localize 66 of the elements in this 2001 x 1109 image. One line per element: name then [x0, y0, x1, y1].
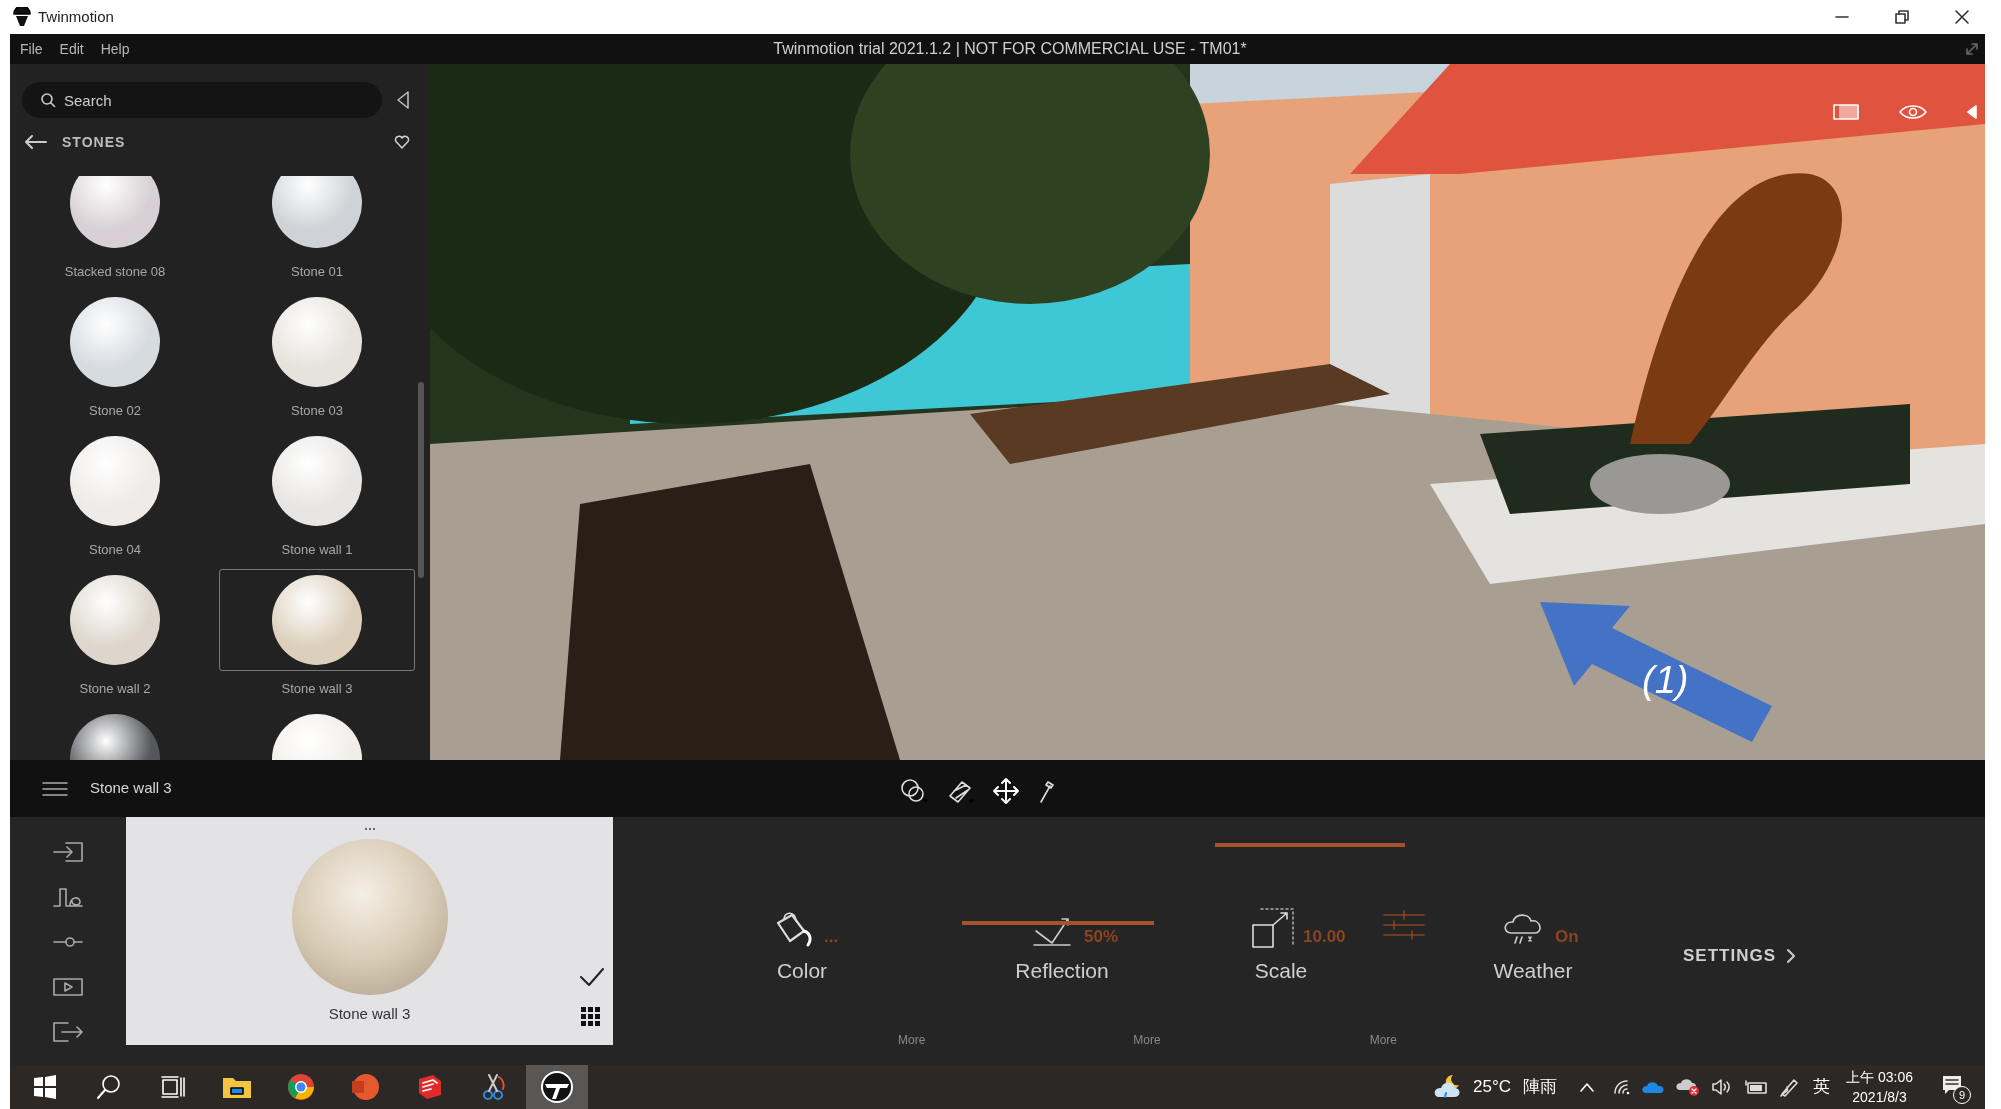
- clock-time[interactable]: 上午 03:06: [1846, 1067, 1913, 1087]
- sliders-icon[interactable]: [1382, 910, 1426, 940]
- checkmark-icon[interactable]: [579, 967, 605, 987]
- weather-text[interactable]: 陣雨: [1523, 1074, 1558, 1100]
- material-label: Stone 03: [290, 402, 343, 419]
- property-label[interactable]: Color: [776, 955, 828, 987]
- material-label: Stone wall 1: [281, 541, 353, 558]
- search-icon: [40, 92, 56, 108]
- property-value: On: [1555, 925, 1580, 948]
- property-value: 50%: [1084, 925, 1120, 948]
- grid-icon[interactable]: [581, 1007, 601, 1027]
- temperature-text[interactable]: 25°C: [1473, 1074, 1512, 1100]
- material-label: Stone 01: [290, 263, 343, 280]
- settings-button[interactable]: SETTINGS: [1683, 943, 1776, 969]
- texture-tool-icon[interactable]: [946, 778, 974, 804]
- document-title: Twinmotion trial 2021.1.2 | NOT FOR COMMERCIAL USE - TM01*: [772, 39, 1248, 59]
- category-title: STONES: [62, 132, 126, 152]
- more-link[interactable]: More: [898, 1031, 926, 1049]
- window-title: Twinmotion: [38, 6, 114, 27]
- material-name: Stone wall 3: [328, 1004, 411, 1024]
- material-label: Stone 02: [88, 402, 141, 419]
- collapse-icon[interactable]: [396, 90, 410, 110]
- eye-icon[interactable]: [1899, 104, 1927, 120]
- material-tile[interactable]: [219, 569, 415, 671]
- more-link[interactable]: More: [1133, 1031, 1161, 1049]
- chevron-right-icon[interactable]: [1786, 947, 1796, 964]
- scale-icon[interactable]: [1249, 907, 1297, 951]
- material-label: Stacked stone 08: [64, 263, 166, 280]
- scrollbar-thumb[interactable]: [418, 382, 424, 578]
- property-label[interactable]: Weather: [1493, 955, 1573, 987]
- panel-icon[interactable]: [1833, 104, 1859, 120]
- cloud-error-icon[interactable]: [1675, 1077, 1702, 1097]
- export-icon[interactable]: [52, 1019, 84, 1045]
- material-label: Stone 04: [88, 541, 141, 558]
- app-logo-icon: [12, 7, 32, 27]
- eyedropper-icon[interactable]: [1038, 778, 1054, 804]
- selection-name: Stone wall 3: [90, 778, 172, 799]
- material-label: Stone wall 3: [281, 680, 353, 697]
- property-value: ...: [824, 925, 840, 948]
- pen-icon[interactable]: [1779, 1077, 1800, 1097]
- import-icon[interactable]: [52, 839, 84, 865]
- clock-date[interactable]: 2021/8/3: [1852, 1087, 1907, 1107]
- property-label[interactable]: Scale: [1254, 955, 1308, 987]
- input-method-indicator[interactable]: 英: [1813, 1074, 1831, 1100]
- more-link[interactable]: More: [1369, 1031, 1398, 1049]
- cloud-icon[interactable]: [1641, 1080, 1666, 1094]
- wifi-icon[interactable]: [1613, 1079, 1632, 1095]
- taskbar-app-icon[interactable]: [526, 1065, 588, 1109]
- expand-icon[interactable]: [1965, 42, 1979, 56]
- select-tool-icon[interactable]: [900, 778, 928, 804]
- move-tool-icon[interactable]: [992, 777, 1020, 805]
- menu-item[interactable]: Help: [100, 38, 130, 60]
- annotation-label: (1): [1642, 658, 1689, 703]
- back-arrow-icon[interactable]: [24, 135, 48, 149]
- menu-item[interactable]: File: [20, 38, 43, 60]
- property-label[interactable]: Reflection: [1015, 955, 1109, 987]
- heart-icon[interactable]: [394, 135, 410, 149]
- notification-count[interactable]: 9: [1953, 1086, 1971, 1104]
- chevron-up-icon[interactable]: [1579, 1082, 1596, 1092]
- material-label: Stone wall 2: [79, 680, 151, 697]
- menu-item[interactable]: Edit: [59, 38, 84, 60]
- more-icon[interactable]: [363, 827, 376, 831]
- search-field[interactable]: Search: [22, 82, 382, 118]
- menu-icon[interactable]: [42, 780, 68, 797]
- property-value: 10.00: [1303, 925, 1347, 948]
- battery-icon[interactable]: [1745, 1079, 1768, 1095]
